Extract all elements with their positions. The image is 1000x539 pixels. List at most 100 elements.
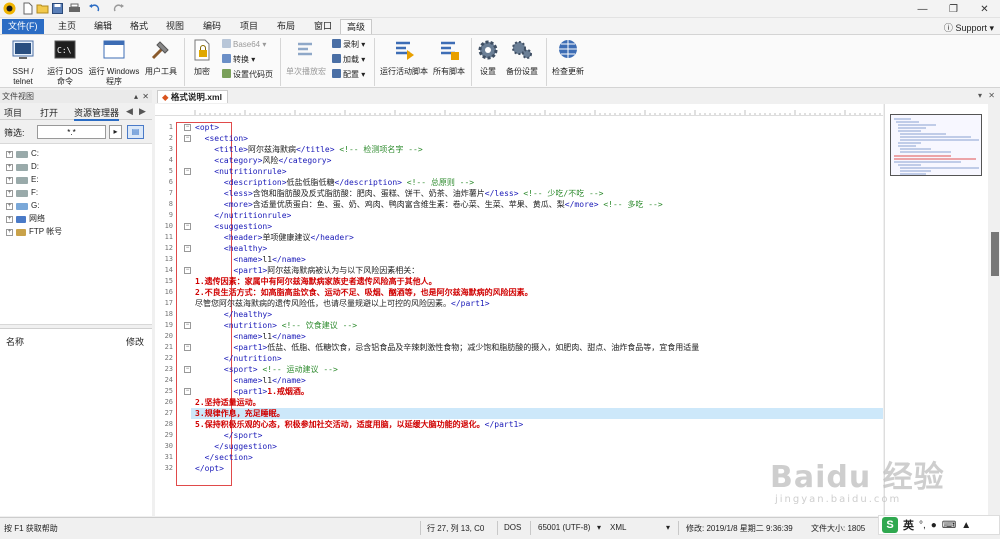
record-macro-button[interactable]: 录制 ▾ xyxy=(332,39,365,50)
code-line[interactable]: </section> xyxy=(195,452,253,463)
code-line[interactable]: <title>阿尔兹海默病</title> <!-- 检测项名字 --> xyxy=(195,144,422,155)
encrypt-button[interactable]: 加密 xyxy=(188,38,216,77)
expand-icon[interactable]: + xyxy=(6,228,13,236)
fold-toggle-icon[interactable]: − xyxy=(184,388,191,395)
code-line[interactable]: </sport> xyxy=(195,430,263,441)
tab-view[interactable]: 视图 xyxy=(160,19,190,34)
minimap-viewport[interactable] xyxy=(890,114,982,176)
code-line[interactable]: 3.规律作息，充足睡眠。 xyxy=(195,408,285,419)
save-icon[interactable] xyxy=(51,2,64,15)
run-windows-program-button[interactable]: 运行 Windows 程序 xyxy=(86,38,142,87)
code-line[interactable]: </nutritionrule> xyxy=(195,210,291,221)
tab-edit[interactable]: 编辑 xyxy=(88,19,118,34)
load-macro-button[interactable]: 加载 ▾ xyxy=(332,54,365,65)
tab-layout[interactable]: 布局 xyxy=(271,19,301,34)
fold-toggle-icon[interactable]: − xyxy=(184,223,191,230)
expand-icon[interactable]: + xyxy=(6,176,13,184)
fold-toggle-icon[interactable]: − xyxy=(184,124,191,131)
code-line[interactable]: <part1>1.戒烟酒。 xyxy=(195,386,309,397)
code-line[interactable]: 5.保持积极乐观的心态，积极参加社交活动，适度用脑，以延缓大脑功能的退化。</p… xyxy=(195,419,523,430)
set-code-page-button[interactable]: 设置代码页 xyxy=(222,69,273,80)
settings-button[interactable]: 设置 xyxy=(474,38,502,77)
user-tools-button[interactable]: 用户工具 xyxy=(143,38,179,77)
filter-apply-icon[interactable]: ▸ xyxy=(109,125,122,139)
fold-toggle-icon[interactable]: − xyxy=(184,344,191,351)
code-line[interactable]: <category>风险</category> xyxy=(195,155,331,166)
fold-toggle-icon[interactable]: − xyxy=(184,366,191,373)
code-line[interactable]: <section> xyxy=(195,133,248,144)
code-line[interactable]: <name>l1</name> xyxy=(195,331,306,342)
all-scripts-button[interactable]: 所有脚本 xyxy=(431,38,467,77)
backup-settings-button[interactable]: 备份设置 xyxy=(504,38,540,77)
tree-item-drive-c[interactable]: + C: xyxy=(6,148,39,160)
column-header-name[interactable]: 名称 xyxy=(6,335,24,348)
code-line[interactable]: 2.不良生活方式：如高脂高盐饮食、运动不足、吸烟、酗酒等，也是阿尔兹海默病的风险… xyxy=(195,287,533,298)
tab-scroll-left-icon[interactable]: ◀ xyxy=(126,106,133,117)
base64-button[interactable]: Base64 ▾ xyxy=(222,39,266,50)
code-line[interactable]: <description>低盐低脂低糖</description> <!-- 总… xyxy=(195,177,474,188)
code-line[interactable]: <nutritionrule> xyxy=(195,166,286,177)
tree-item-ftp[interactable]: + FTP 帐号 xyxy=(6,226,62,238)
tab-encoding[interactable]: 编码 xyxy=(197,19,227,34)
panel-close-icon[interactable]: ✕ xyxy=(142,90,149,103)
status-syntax[interactable]: XML xyxy=(610,523,626,532)
status-encoding[interactable]: 65001 (UTF-8) xyxy=(538,523,590,532)
code-line[interactable]: </suggestion> xyxy=(195,441,277,452)
expand-icon[interactable]: + xyxy=(6,189,13,197)
tab-advanced[interactable]: 高级 xyxy=(340,19,373,34)
convert-button[interactable]: 转换 ▾ xyxy=(222,54,255,65)
single-play-macro-button[interactable]: 单次播放宏 xyxy=(284,38,328,77)
print-icon[interactable] xyxy=(68,2,81,15)
code-line[interactable]: <name>l1</name> xyxy=(195,254,306,265)
check-update-button[interactable]: 检查更新 xyxy=(550,38,586,77)
open-folder-icon[interactable] xyxy=(36,2,49,15)
minimize-icon[interactable]: — xyxy=(907,0,938,18)
code-line[interactable]: </healthy> xyxy=(195,309,272,320)
configure-macro-button[interactable]: 配置 ▾ xyxy=(332,69,365,80)
maximize-icon[interactable]: ❐ xyxy=(938,0,969,18)
code-line[interactable]: <more>含适量优质蛋白：鱼、蛋、奶、鸡肉、鸭肉富含维生素：卷心菜、生菜、苹果… xyxy=(195,199,663,210)
code-line[interactable]: 1.遗传因素：家属中有阿尔兹海默病家族史者遗传风险高于其他人。 xyxy=(195,276,437,287)
undo-icon[interactable] xyxy=(88,2,101,15)
tree-item-drive-d[interactable]: + D: xyxy=(6,161,39,173)
tree-item-drive-e[interactable]: + E: xyxy=(6,174,39,186)
tree-item-drive-f[interactable]: + F: xyxy=(6,187,38,199)
tab-scroll-right-icon[interactable]: ▶ xyxy=(139,106,146,117)
tab-window[interactable]: 窗口 xyxy=(308,19,338,34)
code-line[interactable]: <name>l1</name> xyxy=(195,375,306,386)
support-menu[interactable]: ⓘ Support ▾ xyxy=(944,21,994,34)
code-line[interactable]: 2.坚持适量运动。 xyxy=(195,397,261,408)
filter-input[interactable] xyxy=(37,125,106,139)
code-line[interactable]: <nutrition> <!-- 饮食建议 --> xyxy=(195,320,357,331)
code-line[interactable]: <header>单项健康建议</header> xyxy=(195,232,354,243)
tree-item-network[interactable]: + 网络 xyxy=(6,213,45,225)
tab-close-icon[interactable]: ✕ xyxy=(988,91,995,100)
tree-item-drive-g[interactable]: + G: xyxy=(6,200,39,212)
tab-file[interactable]: 文件(F) xyxy=(2,19,44,34)
run-active-script-button[interactable]: 运行活动脚本 xyxy=(378,38,430,77)
code-line[interactable]: <suggestion> xyxy=(195,221,272,232)
document-tab[interactable]: ◆ 格式说明.xml xyxy=(157,90,228,103)
scrollbar-thumb[interactable] xyxy=(991,232,999,276)
fold-toggle-icon[interactable]: − xyxy=(184,245,191,252)
fold-toggle-icon[interactable]: − xyxy=(184,168,191,175)
pin-icon[interactable]: ▴ xyxy=(134,90,138,103)
code-line[interactable]: <part1>低盐、低脂、低糖饮食，忌含铝食品及辛辣刺激性食物；减少饱和脂肪酸的… xyxy=(195,342,700,353)
code-line[interactable]: <less>含饱和脂肪酸及反式脂肪酸：肥肉、蛋糕、饼干、奶茶、油炸薯片</les… xyxy=(195,188,604,199)
tab-project-files[interactable]: 项目 xyxy=(4,106,22,119)
code-line[interactable]: 尽管您阿尔兹海默病的遗传风险低，也请尽量规避以上可控的风险因素。</part1> xyxy=(195,298,490,309)
tab-format[interactable]: 格式 xyxy=(124,19,154,34)
code-line[interactable]: <healthy> xyxy=(195,243,267,254)
redo-icon[interactable] xyxy=(112,2,125,15)
syntax-dropdown-icon[interactable]: ▾ xyxy=(666,523,670,532)
fold-toggle-icon[interactable]: − xyxy=(184,135,191,142)
encoding-dropdown-icon[interactable]: ▾ xyxy=(597,523,601,532)
folder-browse-icon[interactable]: ▤ xyxy=(127,125,144,139)
fold-toggle-icon[interactable]: − xyxy=(184,322,191,329)
close-icon[interactable]: ✕ xyxy=(969,0,1000,18)
status-cursor-position[interactable]: 行 27, 列 13, C0 xyxy=(427,523,484,534)
expand-icon[interactable]: + xyxy=(6,202,13,210)
expand-icon[interactable]: + xyxy=(6,163,13,171)
tab-explorer[interactable]: 资源管理器 xyxy=(74,106,120,121)
code-line[interactable]: <sport> <!-- 运动建议 --> xyxy=(195,364,338,375)
